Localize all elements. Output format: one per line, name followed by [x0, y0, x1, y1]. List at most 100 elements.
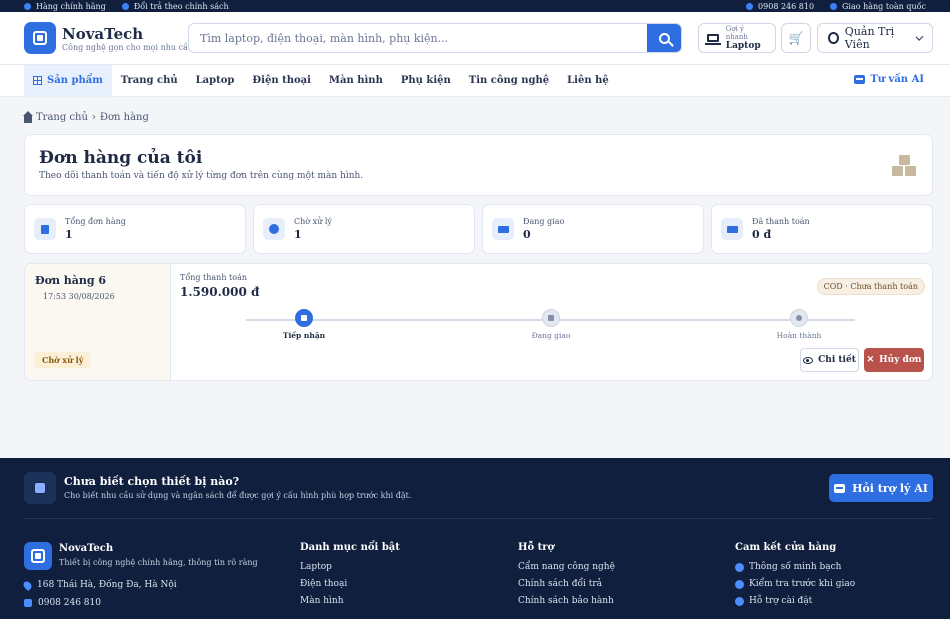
- shield-icon: [24, 2, 31, 10]
- footer-ai-title: Chưa biết chọn thiết bị nào?: [64, 475, 240, 488]
- stat-label: Đã thanh toán: [752, 217, 810, 226]
- stat-value: 0: [523, 228, 531, 241]
- check-circle-icon: [735, 562, 744, 572]
- chevron-right-icon: ›: [91, 112, 96, 123]
- page-header-card: Đơn hàng của tôi Theo dõi thanh toán và …: [24, 134, 933, 196]
- order-summary: Đơn hàng 6 17:53 30/08/2026 Chờ xử lý: [25, 264, 171, 380]
- footer-col-support: Hỗ trợ Cẩm nang công nghệ Chính sách đổi…: [518, 542, 615, 613]
- order-time: 17:53 30/08/2026: [43, 292, 115, 301]
- account-name: Quản Trị Viên: [844, 25, 895, 51]
- search-button[interactable]: [647, 24, 681, 52]
- footer-brand: NovaTech: [59, 543, 114, 554]
- grid-icon: [33, 76, 42, 85]
- stat-shipping: Đang giao 0: [482, 204, 704, 254]
- total-value: 1.590.000 đ: [180, 285, 260, 299]
- stat-paid: Đã thanh toán 0 đ: [711, 204, 933, 254]
- footer-col-title: Cam kết cửa hàng: [735, 542, 837, 553]
- account-menu[interactable]: Quản Trị Viên: [817, 23, 933, 53]
- footer-link[interactable]: Chính sách đổi trả: [518, 579, 615, 589]
- cart-button[interactable]: 🛒: [781, 23, 811, 53]
- stat-value: 0 đ: [752, 228, 772, 241]
- stat-label: Tổng đơn hàng: [65, 217, 126, 226]
- chevron-down-icon: [915, 32, 924, 41]
- stat-value: 1: [294, 228, 302, 241]
- main-nav: Sản phẩm Trang chủ Laptop Điện thoại Màn…: [0, 64, 950, 97]
- page-subtitle: Theo dõi thanh toán và tiến độ xử lý từn…: [39, 171, 364, 181]
- step-received-icon: [295, 309, 313, 327]
- home-icon: [23, 110, 33, 123]
- card-icon: [721, 218, 743, 240]
- phone-icon: [24, 599, 32, 607]
- order-detail-button[interactable]: Chi tiết: [800, 348, 859, 372]
- step-received: Tiếp nhận: [264, 309, 344, 340]
- site-footer: Chưa biết chọn thiết bị nào? Cho biết nh…: [0, 458, 950, 619]
- step-shipping: Đang giao: [511, 309, 591, 340]
- footer-ai-subtitle: Cho biết nhu cầu sử dụng và ngân sách để…: [64, 491, 412, 500]
- laptop-icon: [705, 34, 721, 45]
- footer-col-title: Danh mục nổi bật: [300, 542, 400, 553]
- page-title: Đơn hàng của tôi: [39, 148, 203, 168]
- payment-badge: COD · Chưa thanh toán: [816, 278, 925, 295]
- nav-item-home[interactable]: Trang chủ: [112, 75, 187, 86]
- suggest-label: Gợi ý nhanh: [725, 25, 748, 41]
- nav-item-phone[interactable]: Điện thoại: [243, 75, 320, 86]
- total-label: Tổng thanh toán: [180, 273, 247, 282]
- stat-pending: Chờ xử lý 1: [253, 204, 475, 254]
- check-circle-icon: [735, 579, 744, 589]
- ask-ai-button[interactable]: Hỏi trợ lý AI: [829, 474, 933, 502]
- topbar-shipping: Giao hàng toàn quốc: [830, 2, 926, 11]
- nav-item-monitor[interactable]: Màn hình: [320, 75, 392, 86]
- quick-suggest-button[interactable]: Gợi ý nhanh Laptop: [698, 23, 776, 53]
- topbar-item: Hàng chính hãng: [24, 2, 106, 11]
- step-completed: Hoàn thành: [759, 309, 839, 340]
- footer-link[interactable]: Laptop: [300, 562, 400, 572]
- breadcrumb-home[interactable]: Trang chủ: [36, 112, 88, 123]
- nav-item-news[interactable]: Tin công nghệ: [460, 75, 558, 86]
- nav-products[interactable]: Sản phẩm: [24, 64, 112, 97]
- truck-icon: [542, 309, 560, 327]
- truck-icon: [830, 2, 838, 10]
- stat-label: Đang giao: [523, 217, 565, 226]
- truck-icon: [492, 218, 514, 240]
- top-bar: Hàng chính hãng Đổi trả theo chính sách …: [0, 0, 950, 12]
- footer-link[interactable]: Điện thoại: [300, 579, 400, 589]
- footer-link[interactable]: Chính sách bảo hành: [518, 596, 615, 606]
- stat-total-orders: Tổng đơn hàng 1: [24, 204, 246, 254]
- document-icon: [34, 218, 56, 240]
- topbar-phone: 0908 246 810: [746, 2, 814, 11]
- step-label: Tiếp nhận: [282, 331, 326, 340]
- breadcrumb: Trang chủ › Đơn hàng: [23, 110, 149, 123]
- robot-icon: [854, 75, 866, 84]
- step-label: Hoàn thành: [776, 331, 822, 340]
- topbar-item: Đổi trả theo chính sách: [121, 2, 229, 11]
- step-label: Đang giao: [531, 331, 571, 340]
- footer-divider: [24, 518, 933, 519]
- footer-link[interactable]: Màn hình: [300, 596, 400, 606]
- brand[interactable]: NovaTech Công nghệ gọn cho mọi nhu cầu: [62, 25, 193, 52]
- nav-item-laptop[interactable]: Laptop: [187, 75, 244, 86]
- footer-commitment: Kiểm tra trước khi giao: [735, 579, 855, 589]
- footer-col-title: Hỗ trợ: [518, 542, 555, 553]
- cancel-order-button[interactable]: ✕ Hủy đơn: [864, 348, 924, 372]
- footer-col-commitments: Cam kết cửa hàng Thông số minh bạch Kiểm…: [735, 542, 855, 613]
- site-header: NovaTech Công nghệ gọn cho mọi nhu cầu G…: [0, 12, 950, 64]
- suggest-value: Laptop: [725, 41, 761, 51]
- cart-icon: 🛒: [788, 31, 804, 45]
- stat-label: Chờ xử lý: [294, 217, 332, 226]
- footer-phone[interactable]: 0908 246 810: [24, 598, 101, 608]
- nav-ai-advice[interactable]: Tư vấn AI: [854, 74, 924, 85]
- close-icon: ✕: [866, 355, 875, 365]
- nav-item-accessories[interactable]: Phụ kiện: [392, 75, 460, 86]
- clock-icon: [263, 218, 285, 240]
- check-circle-icon: [735, 596, 744, 606]
- breadcrumb-current: Đơn hàng: [99, 112, 149, 123]
- check-circle-icon: [790, 309, 808, 327]
- footer-logo-icon[interactable]: [24, 542, 52, 570]
- brand-tagline: Công nghệ gọn cho mọi nhu cầu: [62, 42, 194, 52]
- footer-link[interactable]: Cẩm nang công nghệ: [518, 562, 615, 572]
- nav-item-contact[interactable]: Liên hệ: [558, 75, 618, 86]
- order-id: Đơn hàng 6: [35, 274, 107, 287]
- search-input[interactable]: [189, 24, 647, 52]
- boxes-icon: [892, 155, 918, 177]
- logo-chip-icon[interactable]: [24, 22, 56, 54]
